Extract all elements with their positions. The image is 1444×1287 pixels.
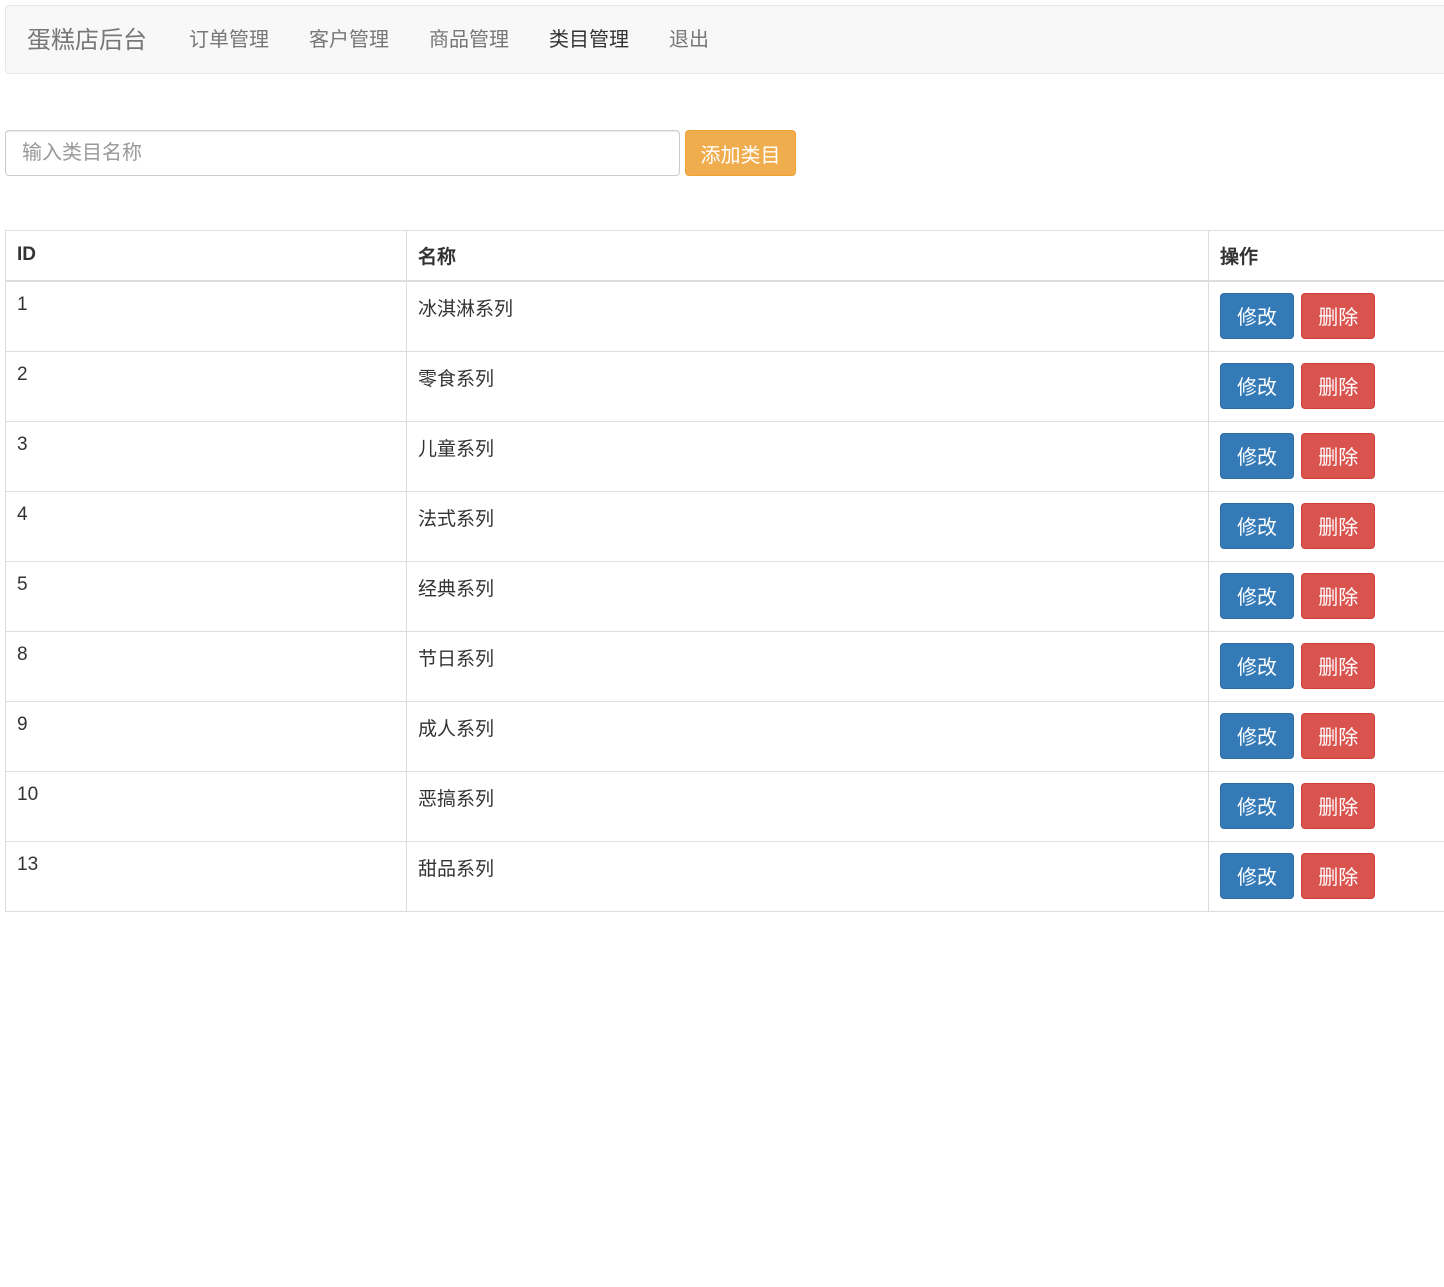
category-table: ID 名称 操作 1 冰淇淋系列 修改 删除 2 零食系列 修改 删除 3 儿童…	[5, 230, 1444, 912]
edit-button[interactable]: 修改	[1220, 432, 1294, 479]
cell-ops: 修改 删除	[1208, 420, 1444, 492]
delete-button[interactable]: 删除	[1301, 712, 1376, 759]
delete-button[interactable]: 删除	[1301, 852, 1376, 899]
cell-name: 法式系列	[406, 490, 1209, 562]
nav-item-logout: 退出	[649, 6, 729, 75]
delete-button[interactable]: 删除	[1301, 362, 1376, 409]
cell-ops: 修改 删除	[1208, 350, 1444, 422]
nav-menu: 订单管理 客户管理 商品管理 类目管理 退出	[169, 6, 729, 75]
delete-button[interactable]: 删除	[1301, 292, 1376, 339]
table-body: 1 冰淇淋系列 修改 删除 2 零食系列 修改 删除 3 儿童系列 修改 删除 …	[5, 280, 1444, 912]
category-name-input[interactable]	[5, 130, 680, 176]
cell-name: 经典系列	[406, 560, 1209, 632]
cell-name: 成人系列	[406, 700, 1209, 772]
cell-id: 8	[5, 630, 407, 702]
header-id: ID	[5, 230, 407, 282]
table-row: 9 成人系列 修改 删除	[5, 700, 1444, 772]
add-category-button[interactable]: 添加类目	[685, 130, 796, 176]
cell-id: 5	[5, 560, 407, 632]
delete-button[interactable]: 删除	[1301, 782, 1376, 829]
delete-button[interactable]: 删除	[1301, 642, 1376, 689]
cell-id: 4	[5, 490, 407, 562]
cell-name: 儿童系列	[406, 420, 1209, 492]
cell-name: 零食系列	[406, 350, 1209, 422]
edit-button[interactable]: 修改	[1220, 362, 1294, 409]
delete-button[interactable]: 删除	[1301, 502, 1376, 549]
nav-item-products: 商品管理	[409, 6, 529, 75]
edit-button[interactable]: 修改	[1220, 712, 1294, 759]
cell-id: 9	[5, 700, 407, 772]
top-navbar: 蛋糕店后台 订单管理 客户管理 商品管理 类目管理 退出	[5, 5, 1444, 74]
cell-id: 3	[5, 420, 407, 492]
table-row: 2 零食系列 修改 删除	[5, 350, 1444, 422]
cell-name: 恶搞系列	[406, 770, 1209, 842]
table-row: 8 节日系列 修改 删除	[5, 630, 1444, 702]
edit-button[interactable]: 修改	[1220, 642, 1294, 689]
nav-link-products[interactable]: 商品管理	[409, 6, 529, 75]
cell-ops: 修改 删除	[1208, 770, 1444, 842]
nav-link-customers[interactable]: 客户管理	[289, 6, 409, 75]
edit-button[interactable]: 修改	[1220, 292, 1294, 339]
header-name: 名称	[406, 230, 1209, 282]
nav-item-orders: 订单管理	[169, 6, 289, 75]
cell-id: 1	[5, 280, 407, 352]
table-header-row: ID 名称 操作	[5, 230, 1444, 282]
nav-link-categories[interactable]: 类目管理	[529, 6, 649, 75]
header-ops: 操作	[1208, 230, 1444, 282]
cell-ops: 修改 删除	[1208, 630, 1444, 702]
cell-ops: 修改 删除	[1208, 490, 1444, 562]
table-row: 13 甜品系列 修改 删除	[5, 840, 1444, 912]
cell-id: 2	[5, 350, 407, 422]
cell-id: 13	[5, 840, 407, 912]
edit-button[interactable]: 修改	[1220, 502, 1294, 549]
table-row: 5 经典系列 修改 删除	[5, 560, 1444, 632]
cell-name: 甜品系列	[406, 840, 1209, 912]
table-row: 1 冰淇淋系列 修改 删除	[5, 280, 1444, 352]
nav-link-logout[interactable]: 退出	[649, 6, 729, 75]
table-row: 4 法式系列 修改 删除	[5, 490, 1444, 562]
cell-name: 节日系列	[406, 630, 1209, 702]
table-header: ID 名称 操作	[5, 230, 1444, 282]
brand-title[interactable]: 蛋糕店后台	[27, 6, 147, 75]
edit-button[interactable]: 修改	[1220, 572, 1294, 619]
nav-item-categories: 类目管理	[529, 6, 649, 75]
delete-button[interactable]: 删除	[1301, 572, 1376, 619]
table-row: 10 恶搞系列 修改 删除	[5, 770, 1444, 842]
delete-button[interactable]: 删除	[1301, 432, 1376, 479]
edit-button[interactable]: 修改	[1220, 852, 1294, 899]
table-row: 3 儿童系列 修改 删除	[5, 420, 1444, 492]
cell-ops: 修改 删除	[1208, 840, 1444, 912]
nav-item-customers: 客户管理	[289, 6, 409, 75]
nav-link-orders[interactable]: 订单管理	[169, 6, 289, 75]
cell-id: 10	[5, 770, 407, 842]
edit-button[interactable]: 修改	[1220, 782, 1294, 829]
cell-ops: 修改 删除	[1208, 700, 1444, 772]
cell-ops: 修改 删除	[1208, 280, 1444, 352]
cell-name: 冰淇淋系列	[406, 280, 1209, 352]
cell-ops: 修改 删除	[1208, 560, 1444, 632]
